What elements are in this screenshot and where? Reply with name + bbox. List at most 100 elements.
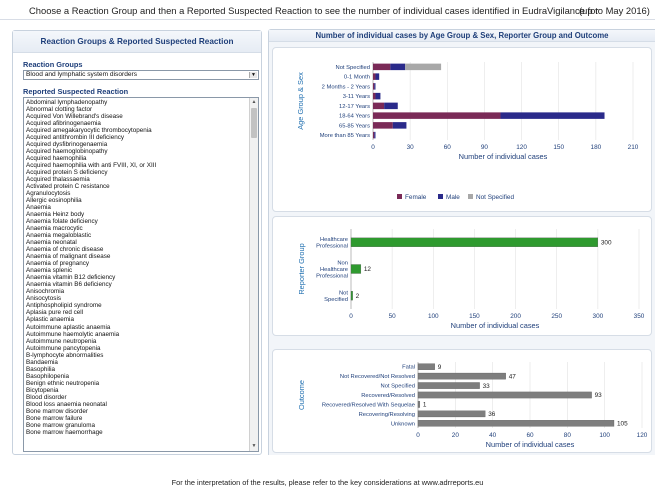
list-item[interactable]: Allergic eosinophilia bbox=[26, 197, 246, 204]
list-item[interactable]: Acquired afibrinogenaemia bbox=[26, 120, 246, 127]
right-panel-title: Number of individual cases by Age Group … bbox=[269, 30, 655, 42]
list-item[interactable]: Abdominal lymphadenopathy bbox=[26, 99, 246, 106]
list-item[interactable]: Acquired antithrombin III deficiency bbox=[26, 134, 246, 141]
list-item[interactable]: Basophilopenia bbox=[26, 373, 246, 380]
list-item[interactable]: Aplasia pure red cell bbox=[26, 309, 246, 316]
age-chart-panel: 0 30 60 90 120 150 180 210 Not Specified 0-1 Mont… bbox=[272, 47, 652, 212]
legend-swatch bbox=[468, 194, 473, 199]
category-label: 18-64 Years bbox=[339, 114, 370, 120]
list-item[interactable]: Anisochromia bbox=[26, 288, 246, 295]
category-label: 12-17 Years bbox=[339, 104, 370, 110]
list-item[interactable]: Acquired thalassaemia bbox=[26, 176, 246, 183]
x-axis-label: Number of individual cases bbox=[451, 321, 540, 330]
bar-segment bbox=[384, 102, 398, 110]
list-item[interactable]: Basophilia bbox=[26, 366, 246, 373]
x-tick-label: 20 bbox=[452, 432, 460, 439]
list-item[interactable]: Anaemia Heinz body bbox=[26, 211, 246, 218]
left-panel: Reaction Groups & Reported Suspected Rea… bbox=[12, 30, 262, 455]
list-item[interactable]: Acquired haemoglobinopathy bbox=[26, 148, 246, 155]
list-item[interactable]: Acquired protein S deficiency bbox=[26, 169, 246, 176]
x-tick-label: 300 bbox=[593, 313, 604, 320]
list-item[interactable]: Anaemia vitamin B6 deficiency bbox=[26, 281, 246, 288]
list-item[interactable]: Bone marrow disorder bbox=[26, 408, 246, 415]
category-label: Not Specified bbox=[381, 384, 415, 390]
category-label: 2 Months - 2 Years bbox=[322, 84, 370, 90]
x-tick-label: 90 bbox=[481, 144, 489, 151]
y-axis-label: Age Group & Sex bbox=[296, 72, 305, 130]
list-item[interactable]: Anaemia splenic bbox=[26, 267, 246, 274]
category-label: Not Recovered/Not Resolved bbox=[340, 374, 415, 380]
list-item[interactable]: Acquired dysfibrinogenaemia bbox=[26, 141, 246, 148]
reporter-group-chart: 0 50 100 150 200 250 300 350HealthcareProfessio… bbox=[297, 229, 645, 330]
bar-segment bbox=[375, 73, 380, 80]
list-item[interactable]: Anaemia macrocytic bbox=[26, 225, 246, 232]
list-item[interactable]: Activated protein C resistance bbox=[26, 183, 246, 190]
bar-segment bbox=[373, 83, 375, 90]
list-item[interactable]: Anaemia of chronic disease bbox=[26, 246, 246, 253]
list-item[interactable]: Blood loss anaemia neonatal bbox=[26, 401, 246, 408]
x-tick-label: 60 bbox=[526, 432, 534, 439]
list-item[interactable]: Anaemia of malignant disease bbox=[26, 253, 246, 260]
reporter-chart-panel: 0 50 100 150 200 250 300 350 Healthcare Professio… bbox=[272, 216, 652, 336]
x-tick-label: 100 bbox=[428, 313, 439, 320]
list-item[interactable]: Abnormal clotting factor bbox=[26, 106, 246, 113]
bar bbox=[417, 401, 421, 408]
category-label: Healthcare bbox=[320, 267, 348, 273]
age-sex-chart: 0 30 60 90 120 150 180 210 Not Specified 0-1 Mont… bbox=[296, 62, 639, 201]
period-text: (up to May 2016) bbox=[579, 5, 650, 16]
bar-segment bbox=[374, 131, 376, 139]
left-panel-title: Reaction Groups & Reported Suspected Rea… bbox=[13, 31, 261, 53]
list-item[interactable]: Benign ethnic neutropenia bbox=[26, 380, 246, 387]
bar bbox=[350, 237, 599, 247]
scroll-down-icon[interactable]: ▼ bbox=[251, 443, 257, 450]
reaction-listbox[interactable]: Abdominal lymphadenopathy Abnormal clotti… bbox=[23, 97, 259, 452]
list-item[interactable]: Acquired Von Willebrand's disease bbox=[26, 113, 246, 120]
list-item[interactable]: Agranulocytosis bbox=[26, 190, 246, 197]
bar-segment bbox=[373, 92, 376, 100]
scroll-thumb[interactable] bbox=[251, 108, 257, 138]
category-label: Recovered/Resolved bbox=[361, 393, 415, 399]
list-item[interactable]: Antiphospholipid syndrome bbox=[26, 302, 246, 309]
list-item[interactable]: Anaemia folate deficiency bbox=[26, 218, 246, 225]
list-item[interactable]: B-lymphocyte abnormalities bbox=[26, 352, 246, 359]
list-item[interactable]: Anaemia bbox=[26, 204, 246, 211]
bar-segment bbox=[500, 112, 605, 119]
reported-reaction-label: Reported Suspected Reaction bbox=[23, 87, 129, 96]
data-label: 300 bbox=[601, 240, 612, 247]
list-item[interactable]: Autoimmune neutropenia bbox=[26, 338, 246, 345]
list-item[interactable]: Blood disorder bbox=[26, 394, 246, 401]
data-label: 2 bbox=[356, 293, 360, 300]
data-label: 1 bbox=[423, 402, 427, 409]
data-label: 36 bbox=[488, 411, 496, 418]
list-item[interactable]: Autoimmune haemolytic anaemia bbox=[26, 331, 246, 338]
list-item[interactable]: Acquired haemophilia bbox=[26, 155, 246, 162]
list-item[interactable]: Anisocytosis bbox=[26, 295, 246, 302]
list-item[interactable]: Bicytopenia bbox=[26, 387, 246, 394]
list-item[interactable]: Acquired amegakaryocytic thrombocytopeni… bbox=[26, 127, 246, 134]
list-item[interactable]: Anaemia neonatal bbox=[26, 239, 246, 246]
list-item[interactable]: Bone marrow failure bbox=[26, 415, 246, 422]
x-tick-label: 0 bbox=[349, 313, 353, 320]
list-item[interactable]: Aplastic anaemia bbox=[26, 316, 246, 323]
data-label: 47 bbox=[509, 373, 517, 380]
list-item[interactable]: Bone marrow haemorrhage bbox=[26, 429, 246, 436]
list-scrollbar[interactable]: ▲ ▼ bbox=[249, 98, 258, 451]
list-item[interactable]: Anaemia megaloblastic bbox=[26, 232, 246, 239]
list-item[interactable]: Anaemia vitamin B12 deficiency bbox=[26, 274, 246, 281]
list-item[interactable]: Anaemia of pregnancy bbox=[26, 260, 246, 267]
list-item[interactable]: Acquired haemophilia with anti FVIII, XI… bbox=[26, 162, 246, 169]
chevron-down-icon[interactable]: ▼ bbox=[249, 72, 257, 78]
list-item[interactable]: Bone marrow granuloma bbox=[26, 422, 246, 429]
bar bbox=[350, 264, 362, 274]
scroll-up-icon[interactable]: ▲ bbox=[251, 99, 257, 106]
reaction-group-select[interactable]: Blood and lymphatic system disorders ▼ bbox=[23, 70, 259, 80]
legend-swatch bbox=[397, 194, 402, 199]
y-axis-label: Outcome bbox=[297, 380, 306, 410]
reaction-group-value: Blood and lymphatic system disorders bbox=[26, 71, 138, 78]
x-tick-label: 250 bbox=[551, 313, 562, 320]
list-item[interactable]: Autoimmune aplastic anaemia bbox=[26, 324, 246, 331]
list-item[interactable]: Autoimmune pancytopenia bbox=[26, 345, 246, 352]
bar-segment bbox=[405, 63, 442, 71]
x-tick-label: 40 bbox=[489, 432, 497, 439]
list-item[interactable]: Bandaemia bbox=[26, 359, 246, 366]
